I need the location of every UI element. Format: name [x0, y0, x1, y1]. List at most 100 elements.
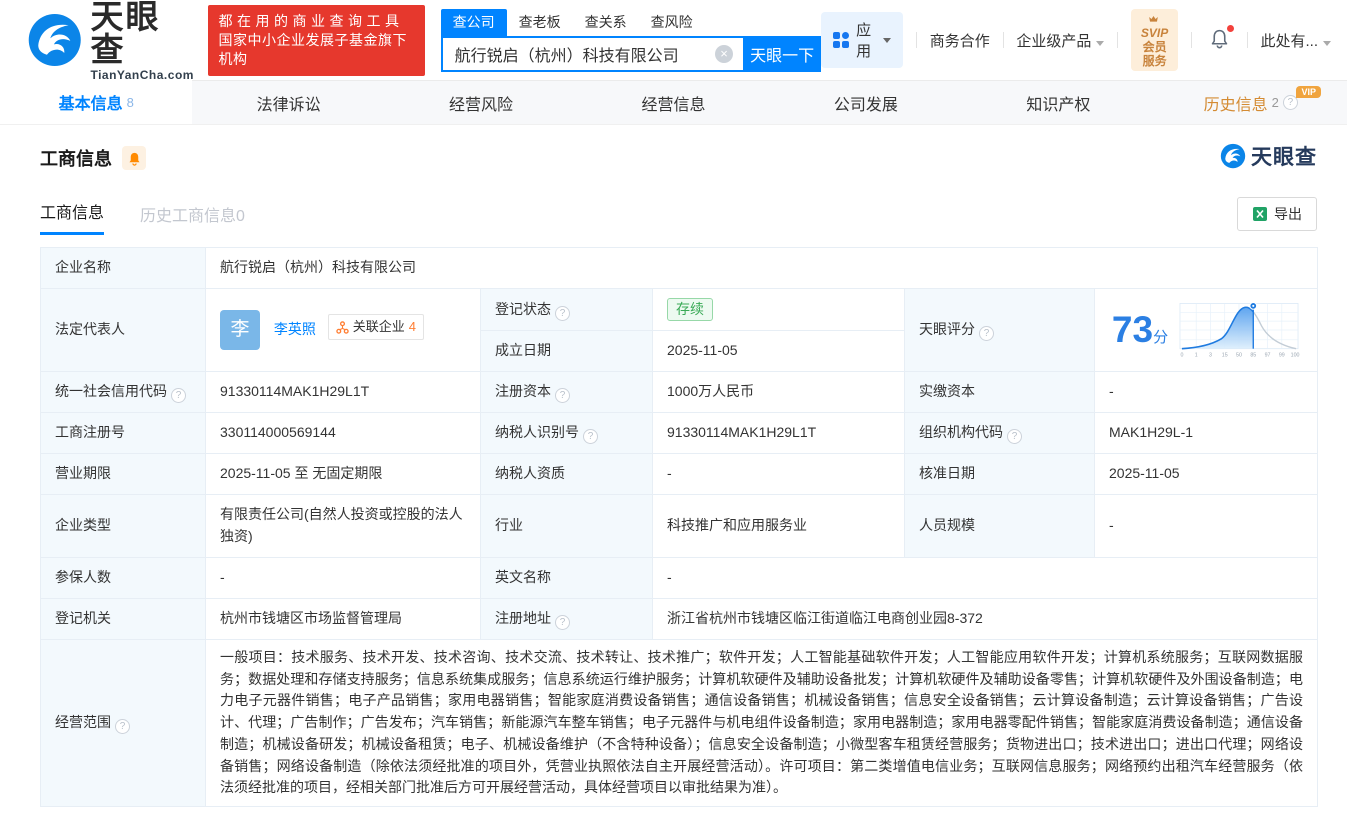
status-badge: 存续 [667, 298, 713, 321]
bell-icon [127, 151, 142, 166]
svg-text:0: 0 [1181, 353, 1184, 359]
nav-cooperation[interactable]: 商务合作 [930, 30, 990, 51]
help-icon[interactable] [555, 305, 570, 321]
reg-address-value: 浙江省杭州市钱塘区临江街道临江电商创业园8-372 [652, 598, 1318, 640]
chevron-down-icon [883, 37, 892, 43]
reg-status-value: 存续 [652, 288, 905, 331]
score-distribution-chart: 0 1 3 15 50 85 97 99 100 [1179, 302, 1300, 359]
company-name-value: 航行锐启（杭州）科技有限公司 [205, 247, 1318, 289]
clear-search-icon[interactable] [715, 44, 734, 63]
subscribe-bell-button[interactable] [122, 146, 146, 170]
tab-intellectual-property[interactable]: 知识产权 [962, 81, 1154, 124]
help-icon[interactable] [979, 326, 994, 341]
user-menu[interactable]: 此处有... [1260, 30, 1331, 51]
field-label: 实缴资本 [904, 371, 1095, 413]
field-label: 英文名称 [480, 557, 653, 599]
field-label: 成立日期 [480, 330, 653, 372]
help-icon[interactable] [583, 429, 598, 444]
export-button[interactable]: 导出 [1237, 197, 1317, 231]
crown-icon [1148, 15, 1159, 23]
chevron-down-icon [1096, 40, 1105, 46]
svg-text:99: 99 [1279, 353, 1285, 359]
apps-grid-icon [833, 32, 850, 48]
search-tab-risk[interactable]: 查风险 [639, 9, 705, 36]
subtab-business-info[interactable]: 工商信息 [40, 199, 105, 235]
divider [916, 32, 917, 48]
brand-name: 天眼查 [90, 0, 161, 68]
legal-rep-name-link[interactable]: 李英照 [274, 321, 316, 337]
chevron-down-icon [1323, 40, 1331, 46]
svip-member-button[interactable]: SVIP 会员服务 [1130, 9, 1179, 71]
promo-line-2: 国家中小企业发展子基金旗下机构 [218, 31, 407, 67]
help-icon[interactable] [555, 388, 570, 403]
field-label: 登记状态 [480, 288, 653, 331]
tianyancha-swirl-icon [1220, 143, 1246, 169]
paid-capital-value: - [1094, 371, 1318, 413]
top-header: 天眼查 TianYanCha.com 都在用的商业查询工具 国家中小企业发展子基… [0, 0, 1347, 81]
score-value: 73 [1111, 308, 1154, 350]
field-label: 经营范围 [40, 639, 206, 807]
reg-capital-value: 1000万人民币 [652, 371, 905, 413]
staff-size-value: - [1094, 494, 1318, 558]
establish-date-value: 2025-11-05 [652, 330, 905, 372]
search-tab-relation[interactable]: 查关系 [573, 9, 639, 36]
svg-text:97: 97 [1265, 353, 1271, 359]
tab-legal-proceedings[interactable]: 法律诉讼 [192, 81, 384, 124]
tab-company-development[interactable]: 公司发展 [770, 81, 962, 124]
business-registration-section: 天眼查 工商信息 工商信息 历史工商信息0 导出 企业名称 航行锐启（杭州）科技… [0, 125, 1347, 823]
insured-count-value: - [205, 557, 481, 599]
business-registration-table: 企业名称 航行锐启（杭州）科技有限公司 法定代表人 李 李英照 关联企业 4 登… [40, 247, 1318, 807]
search-area: 查公司 查老板 查关系 查风险 天眼一下 [440, 8, 822, 72]
field-label: 登记机关 [40, 598, 206, 640]
tab-business-info[interactable]: 经营信息 [577, 81, 769, 124]
svg-text:3: 3 [1209, 353, 1212, 359]
apps-menu-button[interactable]: 应用 [821, 12, 904, 68]
help-icon[interactable] [555, 615, 570, 630]
field-label: 注册地址 [480, 598, 653, 640]
section-title: 工商信息 [40, 149, 112, 169]
field-label: 天眼评分 [904, 288, 1095, 372]
field-label: 参保人数 [40, 557, 206, 599]
field-label: 法定代表人 [40, 288, 206, 372]
reg-authority-value: 杭州市钱塘区市场监督管理局 [205, 598, 481, 640]
svg-text:50: 50 [1236, 353, 1242, 359]
field-label: 企业类型 [40, 494, 206, 558]
credit-code-value: 91330114MAK1H29L1T [205, 371, 481, 413]
svg-text:15: 15 [1222, 353, 1228, 359]
tab-basic-info[interactable]: 基本信息 8 [0, 80, 193, 124]
tianyancha-logo[interactable]: 天眼查 TianYanCha.com [27, 0, 194, 81]
tianyancha-swirl-icon [27, 12, 82, 68]
help-icon[interactable] [1007, 429, 1022, 444]
approval-date-value: 2025-11-05 [1094, 453, 1318, 495]
company-type-value: 有限责任公司(自然人投资或控股的法人独资) [205, 494, 481, 558]
tab-history-info[interactable]: VIP 历史信息 2 [1155, 81, 1347, 124]
svg-text:100: 100 [1291, 353, 1300, 359]
divider [1002, 32, 1004, 48]
business-scope-value: 一般项目：技术服务、技术开发、技术咨询、技术交流、技术转让、技术推广；软件开发；… [205, 639, 1318, 807]
search-input[interactable] [440, 35, 744, 72]
org-chart-icon [336, 321, 349, 334]
vip-badge: VIP [1296, 86, 1321, 98]
field-label: 工商注册号 [40, 412, 206, 454]
search-button[interactable]: 天眼一下 [743, 35, 822, 72]
notifications-button[interactable] [1209, 24, 1234, 53]
industry-value: 科技推广和应用服务业 [652, 494, 905, 558]
help-icon[interactable] [115, 719, 130, 734]
svg-text:85: 85 [1250, 353, 1256, 359]
bell-icon [1209, 28, 1230, 49]
field-label: 组织机构代码 [904, 412, 1095, 454]
search-tab-boss[interactable]: 查老板 [507, 9, 573, 36]
legal-rep-avatar[interactable]: 李 [220, 310, 260, 350]
svg-text:1: 1 [1195, 353, 1198, 359]
subtab-history-business-info[interactable]: 历史工商信息0 [140, 202, 245, 235]
divider [1191, 32, 1192, 48]
tab-operating-risk[interactable]: 经营风险 [385, 81, 577, 124]
search-tab-company[interactable]: 查公司 [440, 8, 507, 36]
related-companies-badge[interactable]: 关联企业 4 [327, 314, 425, 341]
tyc-score-cell: 73分 0 1 3 15 50 85 97 99 100 [1094, 288, 1318, 372]
help-icon[interactable] [171, 388, 186, 403]
tianyancha-watermark: 天眼查 [1220, 141, 1317, 171]
field-label: 注册资本 [480, 371, 653, 413]
nav-enterprise-products[interactable]: 企业级产品 [1016, 30, 1105, 51]
brand-domain: TianYanCha.com [90, 67, 194, 82]
